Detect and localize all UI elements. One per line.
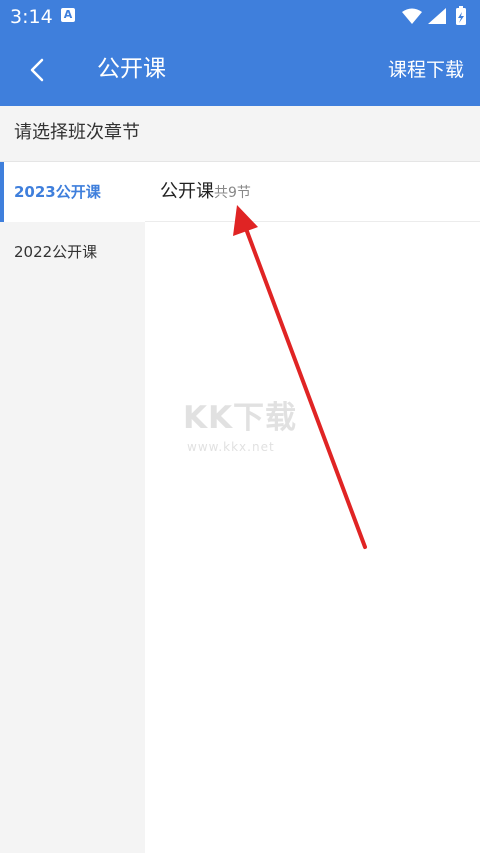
sidebar-tab-label: 2023公开课 — [14, 183, 101, 201]
course-download-button[interactable]: 课程下载 — [388, 56, 464, 84]
status-bar: 3:14 A — [0, 0, 480, 34]
course-lesson-count: 共9节 — [214, 185, 251, 201]
app-bar: 公开课 课程下载 — [0, 34, 480, 106]
notification-icon: A — [61, 8, 75, 22]
sidebar-tab-2023[interactable]: 2023公开课 — [0, 162, 145, 222]
page-title: 公开课 — [97, 56, 166, 82]
content-panel: 公开课共9节 — [145, 162, 480, 853]
watermark-logo: KK下载 — [183, 400, 298, 436]
status-time: 3:14 — [10, 6, 53, 28]
sidebar: 2023公开课 2022公开课 — [0, 162, 145, 853]
battery-icon — [456, 6, 466, 25]
sidebar-tab-label: 2022公开课 — [14, 243, 98, 261]
course-name: 公开课共9节 — [160, 178, 251, 207]
sidebar-tab-2022[interactable]: 2022公开课 — [0, 222, 145, 282]
section-prompt: 请选择班次章节 — [0, 106, 480, 162]
status-icons — [402, 6, 466, 25]
course-title: 公开课 — [160, 181, 214, 202]
wifi-icon — [402, 8, 422, 24]
watermark-url: www.kkx.net — [187, 440, 275, 454]
watermark: KK下载 www.kkx.net — [183, 398, 313, 460]
chevron-left-icon — [30, 58, 44, 82]
course-item[interactable]: 公开课共9节 — [145, 162, 480, 222]
signal-icon — [428, 8, 446, 24]
prompt-text: 请选择班次章节 — [14, 122, 140, 143]
back-button[interactable] — [18, 48, 62, 92]
